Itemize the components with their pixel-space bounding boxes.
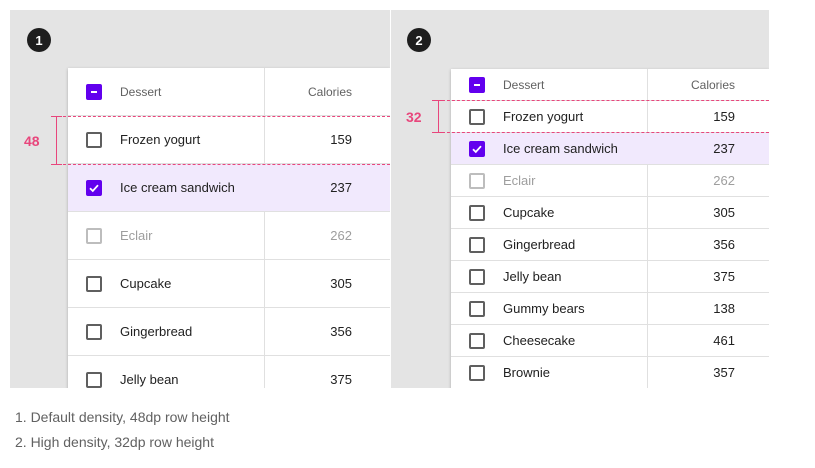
calories-value: 357	[713, 365, 735, 380]
row-checkbox[interactable]	[86, 180, 102, 196]
row-guide-top	[58, 116, 390, 117]
row-height-label-48: 48	[24, 133, 40, 149]
row-height-label-32: 32	[406, 109, 422, 125]
calories-value: 375	[713, 269, 735, 284]
header-dessert[interactable]: Dessert	[120, 85, 161, 99]
table-row[interactable]: Frozen yogurt 159	[68, 116, 390, 164]
default-density-panel: 1 Dessert Calories Frozen yogurt 159 Ice c…	[10, 10, 390, 388]
row-checkbox[interactable]	[86, 324, 102, 340]
row-checkbox[interactable]	[469, 365, 485, 381]
row-guide-bottom	[58, 164, 390, 165]
calories-value: 305	[713, 205, 735, 220]
dessert-name: Cheesecake	[503, 333, 576, 348]
calories-value: 375	[330, 372, 352, 387]
dessert-name: Ice cream sandwich	[503, 141, 618, 156]
row-checkbox[interactable]	[469, 237, 485, 253]
dessert-name: Gingerbread	[120, 324, 193, 339]
check-icon	[89, 184, 99, 193]
calories-value: 262	[330, 228, 352, 243]
table-row[interactable]: Brownie 357	[451, 357, 769, 388]
row-checkbox[interactable]	[469, 141, 485, 157]
calories-value: 262	[713, 173, 735, 188]
header-calories[interactable]: Calories	[308, 85, 352, 99]
row-checkbox[interactable]	[86, 132, 102, 148]
table-row[interactable]: Ice cream sandwich 237	[451, 133, 769, 165]
table-row[interactable]: Ice cream sandwich 237	[68, 164, 390, 212]
dessert-name: Ice cream sandwich	[120, 180, 235, 195]
header-dessert[interactable]: Dessert	[503, 78, 544, 92]
check-icon	[472, 145, 482, 154]
dessert-name: Jelly bean	[120, 372, 179, 387]
caption-default-density: 1. Default density, 48dp row height	[15, 409, 230, 425]
table-row[interactable]: Frozen yogurt 159	[451, 101, 769, 133]
calories-value: 138	[713, 301, 735, 316]
step-marker-2: 2	[407, 28, 431, 52]
high-density-panel: 2 Dessert Calories Frozen yogurt 159 Ice c…	[391, 10, 769, 388]
row-checkbox[interactable]	[86, 276, 102, 292]
calories-value: 356	[330, 324, 352, 339]
dessert-name: Frozen yogurt	[120, 132, 201, 147]
header-calories[interactable]: Calories	[691, 78, 735, 92]
dessert-name: Gummy bears	[503, 301, 585, 316]
row-checkbox[interactable]	[86, 372, 102, 388]
select-all-checkbox[interactable]	[86, 84, 102, 100]
table-row[interactable]: Cupcake 305	[68, 260, 390, 308]
table-row: Eclair 262	[451, 165, 769, 197]
row-checkbox[interactable]	[469, 301, 485, 317]
dessert-name: Cupcake	[503, 205, 555, 220]
dessert-name: Eclair	[120, 228, 153, 243]
row-checkbox[interactable]	[469, 333, 485, 349]
caption-high-density: 2. High density, 32dp row height	[15, 434, 214, 450]
calories-value: 159	[713, 109, 735, 124]
table-row[interactable]: Jelly bean 375	[451, 261, 769, 293]
dessert-name: Jelly bean	[503, 269, 562, 284]
dessert-name: Gingerbread	[503, 237, 576, 252]
row-guide-top	[432, 100, 769, 101]
data-table-high-density: Dessert Calories Frozen yogurt 159 Ice cre…	[451, 69, 769, 388]
calories-value: 159	[330, 132, 352, 147]
table-row[interactable]: Cupcake 305	[451, 197, 769, 229]
measure-cap-bottom	[51, 164, 62, 165]
table-row[interactable]: Cheesecake 461	[451, 325, 769, 357]
calories-value: 237	[330, 180, 352, 195]
table-header-row: Dessert Calories	[68, 68, 390, 116]
row-checkbox[interactable]	[469, 269, 485, 285]
calories-value: 237	[713, 141, 735, 156]
table-row[interactable]: Gummy bears 138	[451, 293, 769, 325]
calories-value: 461	[713, 333, 735, 348]
table-header-row: Dessert Calories	[451, 69, 769, 101]
table-row[interactable]: Jelly bean 375	[68, 356, 390, 388]
table-row: Eclair 262	[68, 212, 390, 260]
measure-line	[56, 116, 57, 164]
row-checkbox[interactable]	[469, 205, 485, 221]
row-checkbox	[469, 173, 485, 189]
calories-value: 305	[330, 276, 352, 291]
dessert-name: Frozen yogurt	[503, 109, 584, 124]
row-checkbox	[86, 228, 102, 244]
dessert-name: Brownie	[503, 365, 550, 380]
measure-cap-bottom	[433, 132, 444, 133]
calories-value: 356	[713, 237, 735, 252]
dessert-name: Eclair	[503, 173, 536, 188]
select-all-checkbox[interactable]	[469, 77, 485, 93]
row-guide-bottom	[432, 132, 769, 133]
dessert-name: Cupcake	[120, 276, 172, 291]
measure-line	[438, 100, 439, 132]
step-marker-1: 1	[27, 28, 51, 52]
table-row[interactable]: Gingerbread 356	[451, 229, 769, 261]
row-checkbox[interactable]	[469, 109, 485, 125]
table-row[interactable]: Gingerbread 356	[68, 308, 390, 356]
